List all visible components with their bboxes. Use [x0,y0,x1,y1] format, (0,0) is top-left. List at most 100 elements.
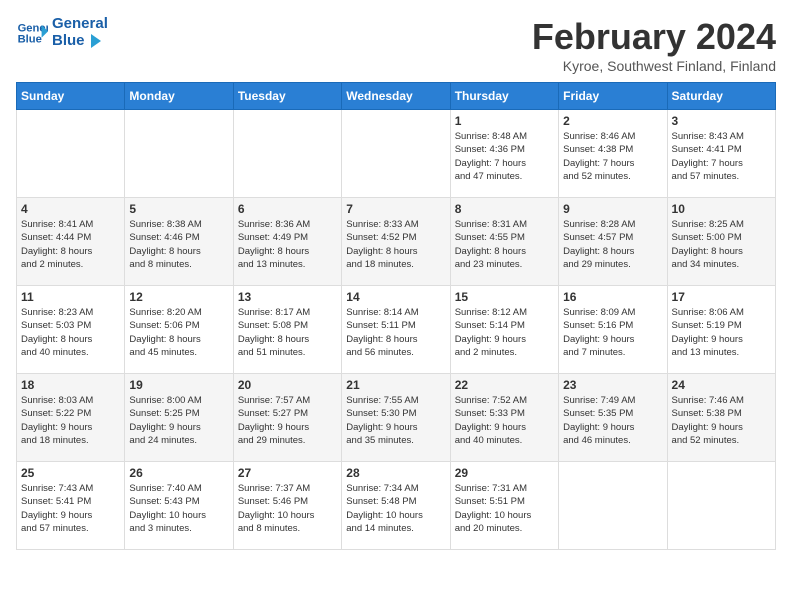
weekday-header-cell: Thursday [450,83,558,110]
day-number: 27 [238,466,337,480]
day-info: Sunrise: 8:00 AM Sunset: 5:25 PM Dayligh… [129,394,228,447]
day-number: 28 [346,466,445,480]
day-info: Sunrise: 8:03 AM Sunset: 5:22 PM Dayligh… [21,394,120,447]
weekday-header-cell: Sunday [17,83,125,110]
page-title: February 2024 [532,16,776,58]
calendar-week-row: 1 Sunrise: 8:48 AM Sunset: 4:36 PM Daylig… [17,110,776,198]
day-number: 12 [129,290,228,304]
day-info: Sunrise: 7:31 AM Sunset: 5:51 PM Dayligh… [455,482,554,535]
calendar-cell: 28 Sunrise: 7:34 AM Sunset: 5:48 PM Dayli… [342,462,450,550]
day-number: 15 [455,290,554,304]
calendar-cell: 19Sunrise: 8:00 AM Sunset: 5:25 PM Dayli… [125,374,233,462]
calendar-cell: 2 Sunrise: 8:46 AM Sunset: 4:38 PM Daylig… [559,110,667,198]
calendar-cell [233,110,341,198]
day-number: 10 [672,202,771,216]
calendar-cell: 4 Sunrise: 8:41 AM Sunset: 4:44 PM Daylig… [17,198,125,286]
day-info: Sunrise: 8:33 AM Sunset: 4:52 PM Dayligh… [346,218,445,271]
calendar-cell: 27 Sunrise: 7:37 AM Sunset: 5:46 PM Dayli… [233,462,341,550]
calendar-cell: 6 Sunrise: 8:36 AM Sunset: 4:49 PM Daylig… [233,198,341,286]
calendar-cell: 26 Sunrise: 7:40 AM Sunset: 5:43 PM Dayli… [125,462,233,550]
day-number: 6 [238,202,337,216]
logo: General Blue General Blue [16,16,108,49]
calendar-cell: 9Sunrise: 8:28 AM Sunset: 4:57 PM Daylig… [559,198,667,286]
calendar-week-row: 25 Sunrise: 7:43 AM Sunset: 5:41 PM Dayli… [17,462,776,550]
day-number: 26 [129,466,228,480]
day-number: 8 [455,202,554,216]
day-info: Sunrise: 7:52 AM Sunset: 5:33 PM Dayligh… [455,394,554,447]
day-number: 5 [129,202,228,216]
day-number: 23 [563,378,662,392]
day-info: Sunrise: 7:37 AM Sunset: 5:46 PM Dayligh… [238,482,337,535]
day-number: 20 [238,378,337,392]
day-info: Sunrise: 7:49 AM Sunset: 5:35 PM Dayligh… [563,394,662,447]
calendar-cell: 7Sunrise: 8:33 AM Sunset: 4:52 PM Daylig… [342,198,450,286]
day-info: Sunrise: 7:43 AM Sunset: 5:41 PM Dayligh… [21,482,120,535]
day-number: 9 [563,202,662,216]
day-info: Sunrise: 7:46 AM Sunset: 5:38 PM Dayligh… [672,394,771,447]
weekday-header-cell: Saturday [667,83,775,110]
calendar-week-row: 11 Sunrise: 8:23 AM Sunset: 5:03 PM Dayli… [17,286,776,374]
calendar-cell: 22 Sunrise: 7:52 AM Sunset: 5:33 PM Dayli… [450,374,558,462]
calendar-cell: 1 Sunrise: 8:48 AM Sunset: 4:36 PM Daylig… [450,110,558,198]
calendar-cell: 13 Sunrise: 8:17 AM Sunset: 5:08 PM Dayli… [233,286,341,374]
calendar-cell [125,110,233,198]
day-info: Sunrise: 8:48 AM Sunset: 4:36 PM Dayligh… [455,130,554,183]
day-info: Sunrise: 8:14 AM Sunset: 5:11 PM Dayligh… [346,306,445,359]
calendar-cell: 25 Sunrise: 7:43 AM Sunset: 5:41 PM Dayli… [17,462,125,550]
calendar-cell: 20Sunrise: 7:57 AM Sunset: 5:27 PM Dayli… [233,374,341,462]
day-info: Sunrise: 8:41 AM Sunset: 4:44 PM Dayligh… [21,218,120,271]
calendar-cell: 5Sunrise: 8:38 AM Sunset: 4:46 PM Daylig… [125,198,233,286]
day-number: 17 [672,290,771,304]
day-info: Sunrise: 8:46 AM Sunset: 4:38 PM Dayligh… [563,130,662,183]
calendar-cell: 18Sunrise: 8:03 AM Sunset: 5:22 PM Dayli… [17,374,125,462]
weekday-header-cell: Friday [559,83,667,110]
calendar-cell: 23 Sunrise: 7:49 AM Sunset: 5:35 PM Dayli… [559,374,667,462]
day-info: Sunrise: 8:23 AM Sunset: 5:03 PM Dayligh… [21,306,120,359]
day-number: 29 [455,466,554,480]
calendar-week-row: 18Sunrise: 8:03 AM Sunset: 5:22 PM Dayli… [17,374,776,462]
header: General Blue General Blue February 2024 … [16,16,776,74]
calendar-cell: 16Sunrise: 8:09 AM Sunset: 5:16 PM Dayli… [559,286,667,374]
day-info: Sunrise: 8:17 AM Sunset: 5:08 PM Dayligh… [238,306,337,359]
day-number: 13 [238,290,337,304]
day-info: Sunrise: 8:20 AM Sunset: 5:06 PM Dayligh… [129,306,228,359]
calendar-cell [17,110,125,198]
day-info: Sunrise: 8:25 AM Sunset: 5:00 PM Dayligh… [672,218,771,271]
day-info: Sunrise: 8:12 AM Sunset: 5:14 PM Dayligh… [455,306,554,359]
calendar-week-row: 4 Sunrise: 8:41 AM Sunset: 4:44 PM Daylig… [17,198,776,286]
calendar-cell: 14 Sunrise: 8:14 AM Sunset: 5:11 PM Dayli… [342,286,450,374]
weekday-header-cell: Monday [125,83,233,110]
calendar-cell [667,462,775,550]
calendar-cell: 17 Sunrise: 8:06 AM Sunset: 5:19 PM Dayli… [667,286,775,374]
calendar-body: 1 Sunrise: 8:48 AM Sunset: 4:36 PM Daylig… [17,110,776,550]
calendar-cell [342,110,450,198]
calendar-cell: 29 Sunrise: 7:31 AM Sunset: 5:51 PM Dayli… [450,462,558,550]
day-info: Sunrise: 7:55 AM Sunset: 5:30 PM Dayligh… [346,394,445,447]
svg-text:Blue: Blue [18,33,42,45]
day-number: 14 [346,290,445,304]
calendar-cell: 12 Sunrise: 8:20 AM Sunset: 5:06 PM Dayli… [125,286,233,374]
page-subtitle: Kyroe, Southwest Finland, Finland [532,58,776,74]
day-info: Sunrise: 8:43 AM Sunset: 4:41 PM Dayligh… [672,130,771,183]
day-info: Sunrise: 8:09 AM Sunset: 5:16 PM Dayligh… [563,306,662,359]
day-number: 1 [455,114,554,128]
calendar-cell: 3 Sunrise: 8:43 AM Sunset: 4:41 PM Daylig… [667,110,775,198]
day-number: 4 [21,202,120,216]
logo-icon: General Blue [16,17,48,49]
day-number: 25 [21,466,120,480]
day-info: Sunrise: 8:36 AM Sunset: 4:49 PM Dayligh… [238,218,337,271]
calendar-cell: 10 Sunrise: 8:25 AM Sunset: 5:00 PM Dayli… [667,198,775,286]
day-number: 22 [455,378,554,392]
day-number: 2 [563,114,662,128]
day-number: 24 [672,378,771,392]
day-info: Sunrise: 8:31 AM Sunset: 4:55 PM Dayligh… [455,218,554,271]
day-number: 11 [21,290,120,304]
day-number: 3 [672,114,771,128]
day-info: Sunrise: 8:06 AM Sunset: 5:19 PM Dayligh… [672,306,771,359]
calendar-cell [559,462,667,550]
day-info: Sunrise: 7:34 AM Sunset: 5:48 PM Dayligh… [346,482,445,535]
logo-general: General [52,16,108,33]
weekday-header-row: SundayMondayTuesdayWednesdayThursdayFrid… [17,83,776,110]
day-info: Sunrise: 7:40 AM Sunset: 5:43 PM Dayligh… [129,482,228,535]
day-number: 21 [346,378,445,392]
